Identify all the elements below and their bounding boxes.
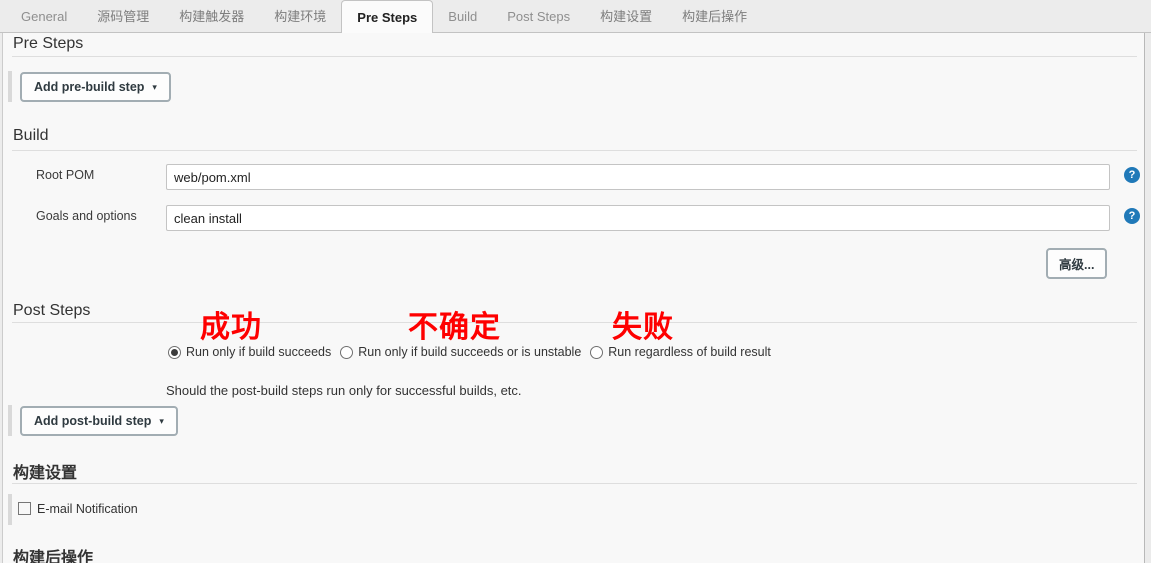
radio-run-if-succeeds-label: Run only if build succeeds: [186, 345, 331, 359]
jenkins-job-config-page: General 源码管理 构建触发器 构建环境 Pre Steps Build …: [0, 0, 1151, 563]
annotation-unstable: 不确定: [408, 312, 501, 343]
radio-run-regardless-label: Run regardless of build result: [608, 345, 771, 359]
post-build-step-drag-handle[interactable]: [8, 405, 12, 436]
post-steps-heading: Post Steps: [13, 302, 90, 320]
page-edge-strip: [1146, 33, 1151, 563]
radio-run-if-succeeds-or-unstable[interactable]: Run only if build succeeds or is unstabl…: [340, 345, 581, 359]
post-steps-divider: [12, 322, 1137, 323]
add-post-build-step-label: Add post-build step: [34, 414, 151, 428]
build-settings-heading: 构建设置: [13, 459, 77, 483]
chevron-down-icon: ▾: [152, 82, 157, 93]
post-steps-description: Should the post-build steps run only for…: [166, 383, 522, 398]
pre-steps-divider: [12, 56, 1137, 57]
goals-and-options-help-icon[interactable]: ?: [1124, 208, 1140, 224]
radio-button-icon[interactable]: [168, 346, 181, 359]
add-pre-build-step-label: Add pre-build step: [34, 80, 144, 94]
post-build-actions-heading: 构建后操作: [13, 544, 93, 563]
build-heading: Build: [13, 127, 49, 145]
add-post-build-step-button[interactable]: Add post-build step ▾: [20, 406, 178, 436]
tab-general[interactable]: General: [6, 0, 82, 33]
tab-build-triggers[interactable]: 构建触发器: [164, 0, 259, 33]
radio-button-icon[interactable]: [590, 346, 603, 359]
root-pom-label: Root POM: [36, 168, 94, 182]
tab-post-build-actions[interactable]: 构建后操作: [667, 0, 762, 33]
build-settings-divider: [12, 483, 1137, 484]
root-pom-help-icon[interactable]: ?: [1124, 167, 1140, 183]
radio-run-if-succeeds-or-unstable-label: Run only if build succeeds or is unstabl…: [358, 345, 581, 359]
config-tabbar: General 源码管理 构建触发器 构建环境 Pre Steps Build …: [0, 0, 1151, 33]
radio-run-if-succeeds[interactable]: Run only if build succeeds: [168, 345, 331, 359]
email-notification-label: E-mail Notification: [37, 502, 138, 516]
tab-build-environment[interactable]: 构建环境: [259, 0, 341, 33]
goals-and-options-label: Goals and options: [36, 209, 137, 223]
advanced-button[interactable]: 高级...: [1046, 248, 1107, 279]
tab-post-steps[interactable]: Post Steps: [492, 0, 585, 33]
annotation-success: 成功: [200, 312, 262, 343]
post-steps-run-condition-group: Run only if build succeeds Run only if b…: [168, 345, 771, 359]
tab-build[interactable]: Build: [433, 0, 492, 33]
annotation-failure: 失败: [612, 312, 674, 343]
email-notification-checkbox[interactable]: [18, 502, 31, 515]
chevron-down-icon: ▾: [159, 416, 164, 427]
pre-steps-heading: Pre Steps: [13, 35, 83, 53]
tab-build-settings[interactable]: 构建设置: [585, 0, 667, 33]
build-divider: [12, 150, 1137, 151]
email-notification-drag-handle[interactable]: [8, 494, 12, 525]
root-pom-input[interactable]: [166, 164, 1110, 190]
pre-build-step-drag-handle[interactable]: [8, 71, 12, 102]
tab-source-code-management[interactable]: 源码管理: [82, 0, 164, 33]
add-pre-build-step-button[interactable]: Add pre-build step ▾: [20, 72, 171, 102]
radio-button-icon[interactable]: [340, 346, 353, 359]
tab-pre-steps[interactable]: Pre Steps: [341, 0, 433, 33]
goals-and-options-input[interactable]: [166, 205, 1110, 231]
radio-run-regardless[interactable]: Run regardless of build result: [590, 345, 771, 359]
